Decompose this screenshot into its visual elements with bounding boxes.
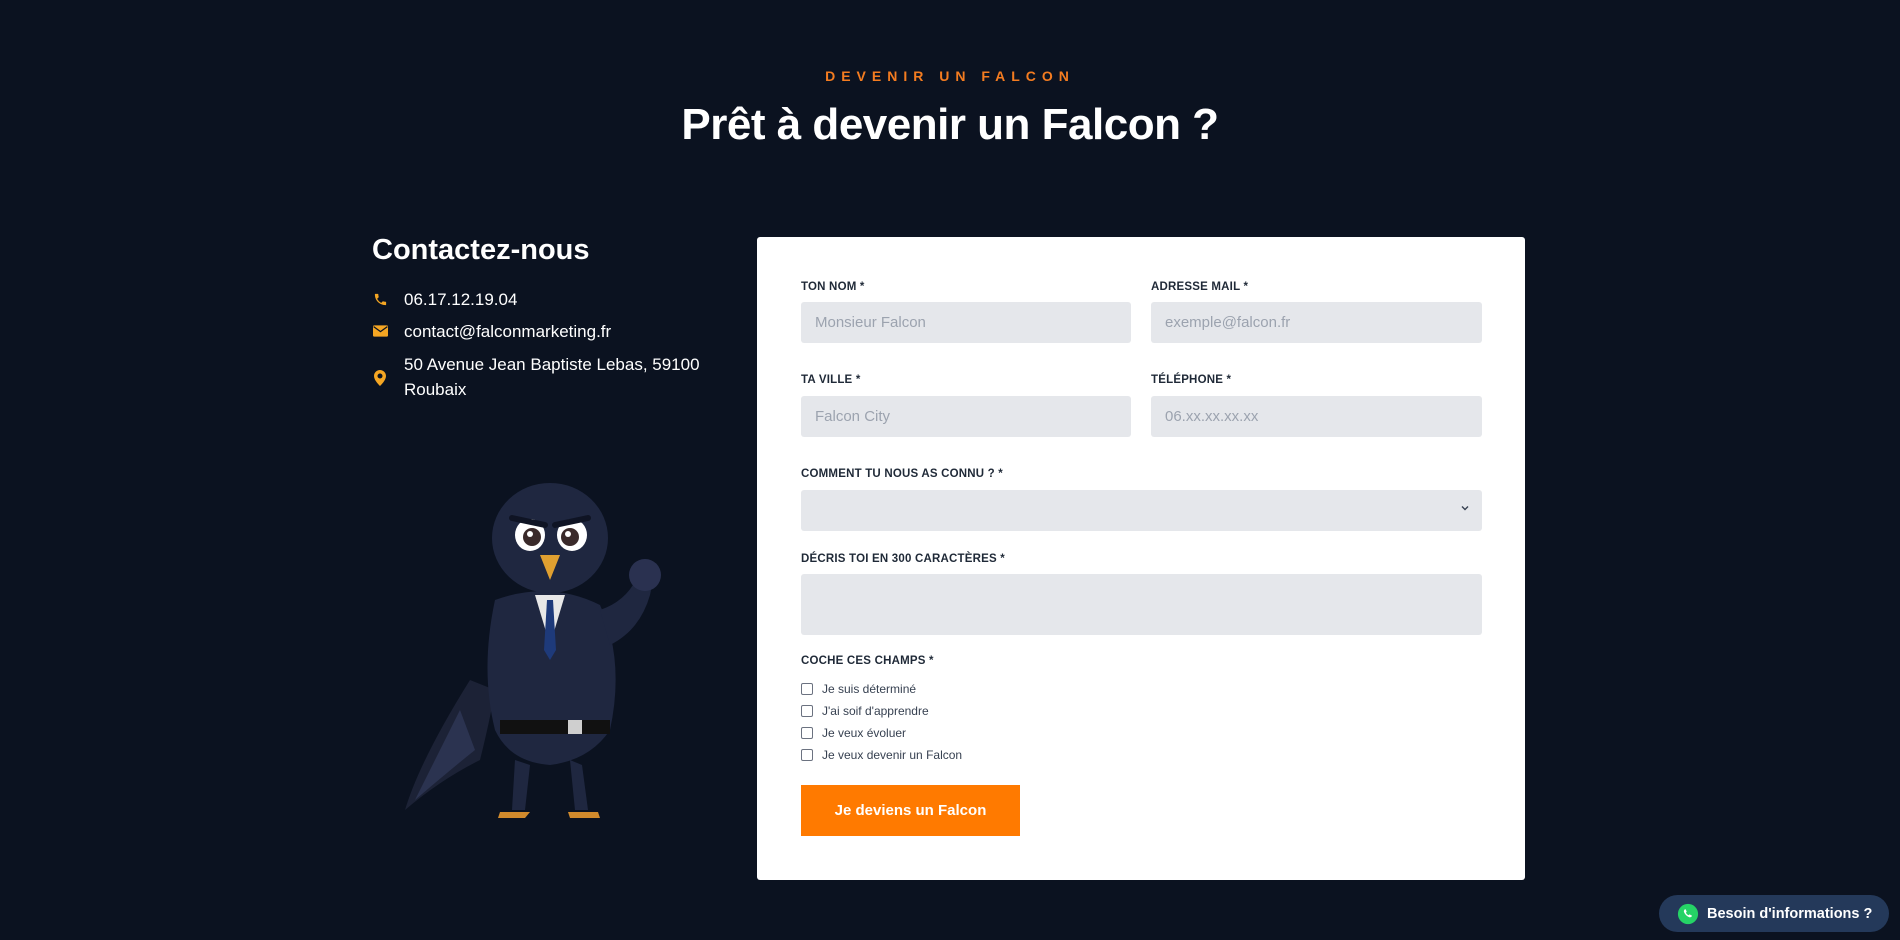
contact-title: Contactez-nous — [372, 234, 590, 266]
checkbox-label: Je suis déterminé — [822, 682, 917, 696]
checkbox-label: Je veux évoluer — [822, 726, 907, 740]
checkbox-group: Je suis déterminé J'ai soif d'apprendre … — [801, 678, 962, 766]
contact-address-row: 50 Avenue Jean Baptiste Lebas, 59100 Rou… — [372, 352, 724, 402]
name-input[interactable] — [801, 302, 1131, 343]
section-eyebrow: DEVENIR UN FALCON — [825, 68, 1075, 84]
checkbox-row-determined[interactable]: Je suis déterminé — [801, 678, 962, 700]
source-select[interactable] — [801, 490, 1482, 531]
checkbox[interactable] — [801, 749, 813, 761]
checkbox[interactable] — [801, 727, 813, 739]
name-label: TON NOM * — [801, 281, 865, 293]
checkbox-row-learn[interactable]: J'ai soif d'apprendre — [801, 700, 962, 722]
checkbox[interactable] — [801, 705, 813, 717]
checkbox-row-become-falcon[interactable]: Je veux devenir un Falcon — [801, 744, 962, 766]
checkbox-label: J'ai soif d'apprendre — [822, 704, 929, 718]
mail-icon — [372, 323, 388, 339]
contact-phone-row[interactable]: 06.17.12.19.04 — [372, 287, 724, 312]
contact-email-row[interactable]: contact@falconmarketing.fr — [372, 319, 724, 344]
checkbox-row-evolve[interactable]: Je veux évoluer — [801, 722, 962, 744]
submit-button[interactable]: Je deviens un Falcon — [801, 785, 1020, 836]
city-label: TA VILLE * — [801, 374, 861, 386]
checkbox-label: Je veux devenir un Falcon — [822, 748, 963, 762]
checks-label: COCHE CES CHAMPS * — [801, 655, 934, 667]
falcon-mascot-illustration — [405, 483, 661, 818]
description-label: DÉCRIS TOI EN 300 CARACTÈRES * — [801, 553, 1005, 565]
whatsapp-icon — [1677, 903, 1699, 925]
contact-phone: 06.17.12.19.04 — [404, 290, 518, 309]
page-title: Prêt à devenir un Falcon ? — [681, 100, 1219, 149]
phone-input[interactable] — [1151, 396, 1482, 437]
city-input[interactable] — [801, 396, 1131, 437]
whatsapp-help-button[interactable]: Besoin d'informations ? — [1659, 895, 1889, 932]
location-pin-icon — [372, 370, 388, 386]
page: DEVENIR UN FALCON Prêt à devenir un Falc… — [0, 0, 1900, 940]
contact-email: contact@falconmarketing.fr — [404, 322, 612, 341]
source-label: COMMENT TU NOUS AS CONNU ? * — [801, 468, 1003, 480]
phone-icon — [372, 291, 388, 307]
contact-address: 50 Avenue Jean Baptiste Lebas, 59100 Rou… — [404, 355, 700, 399]
phone-label: TÉLÉPHONE * — [1151, 374, 1232, 386]
checkbox[interactable] — [801, 683, 813, 695]
chevron-down-icon — [1461, 506, 1469, 511]
contact-form: TON NOM * ADRESSE MAIL * TA VILLE * TÉLÉ… — [757, 237, 1525, 880]
email-label: ADRESSE MAIL * — [1151, 281, 1249, 293]
whatsapp-label: Besoin d'informations ? — [1707, 905, 1873, 922]
description-textarea[interactable] — [801, 574, 1482, 635]
email-input[interactable] — [1151, 302, 1482, 343]
